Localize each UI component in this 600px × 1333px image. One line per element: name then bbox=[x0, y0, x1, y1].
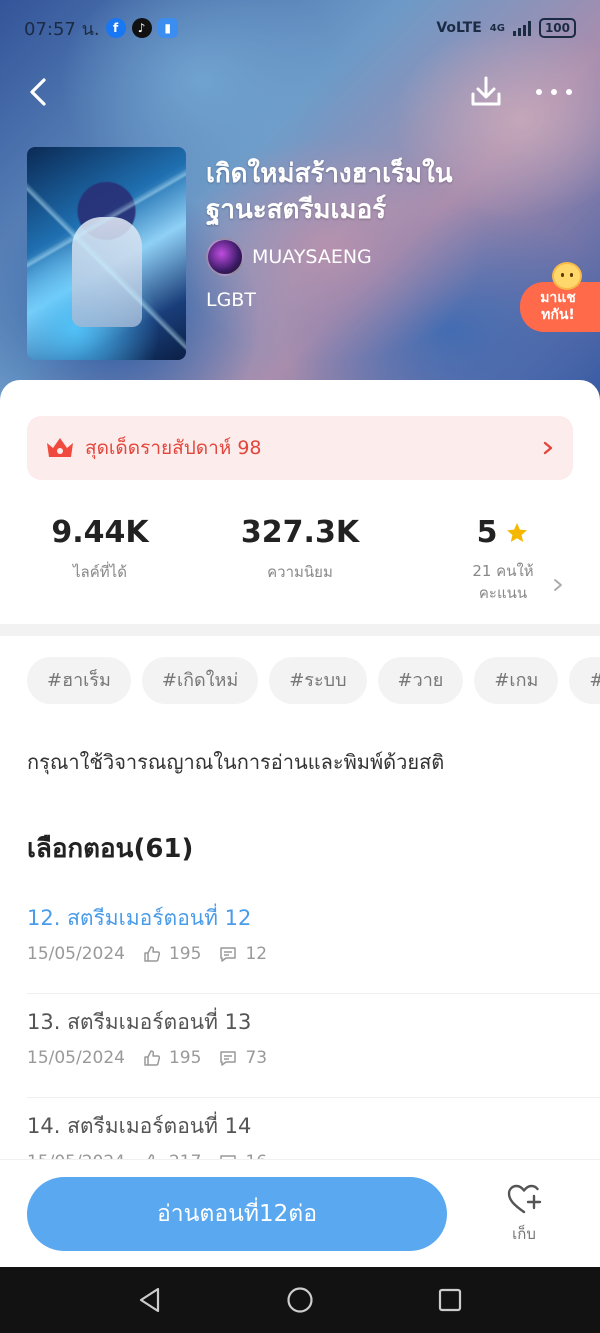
likes-stat: 9.44K ไลค์ที่ได้ bbox=[40, 515, 160, 584]
download-icon[interactable] bbox=[466, 72, 506, 112]
chat-promo-button[interactable]: มาแช ทกัน! bbox=[520, 262, 600, 332]
likes-label: ไลค์ที่ได้ bbox=[73, 563, 127, 581]
carrier-label: VoLTE bbox=[436, 20, 482, 36]
comment-icon bbox=[220, 1051, 237, 1066]
likes-value: 9.44K bbox=[51, 515, 149, 550]
popularity-value: 327.3K bbox=[240, 515, 360, 550]
back-icon[interactable] bbox=[22, 74, 58, 110]
bottom-action-bar: อ่านตอนที่12ต่อ เก็บ bbox=[0, 1159, 600, 1267]
tag-chip[interactable]: #ระบบ bbox=[269, 657, 367, 704]
rating-value: 5 bbox=[476, 515, 498, 550]
more-dot bbox=[566, 89, 572, 95]
author-avatar[interactable] bbox=[206, 238, 244, 276]
tag-chip[interactable]: #ฮาเร็ม bbox=[27, 657, 131, 704]
popularity-label: ความนิยม bbox=[267, 563, 333, 581]
heart-plus-icon bbox=[507, 1184, 542, 1214]
ranking-text: สุดเด็ดรายสัปดาห์ 98 bbox=[85, 437, 262, 459]
episode-row[interactable]: 13. สตรีมเมอร์ตอนที่ 13 15/05/2024 195 7… bbox=[27, 994, 600, 1098]
chat-tag[interactable]: มาแช ทกัน! bbox=[520, 282, 600, 332]
more-options-button[interactable] bbox=[532, 74, 576, 110]
top-navigation bbox=[0, 70, 600, 114]
episode-date: 15/05/2024 bbox=[27, 1048, 125, 1068]
comment-icon bbox=[220, 947, 237, 962]
episode-meta: 15/05/2024 195 73 bbox=[27, 1048, 267, 1068]
thumbs-up-icon bbox=[144, 946, 161, 962]
tiktok-icon: ♪ bbox=[131, 18, 152, 38]
app-notification-icon: ▮ bbox=[157, 18, 178, 38]
continue-reading-button[interactable]: อ่านตอนที่12ต่อ bbox=[27, 1177, 447, 1251]
smiley-mascot-icon bbox=[552, 262, 582, 290]
stats-row: 9.44K ไลค์ที่ได้ 327.3K ความนิยม 5 21 คน… bbox=[0, 515, 600, 615]
status-bar: 07:57 น. f ♪ ▮ VoLTE 4G 100 bbox=[0, 0, 600, 56]
episodes-heading: เลือกตอน(61) bbox=[27, 834, 194, 864]
weekly-ranking-banner[interactable]: สุดเด็ดรายสัปดาห์ 98 bbox=[27, 416, 573, 480]
battery-level: 100 bbox=[544, 21, 570, 35]
crown-icon bbox=[47, 438, 73, 457]
more-dot bbox=[551, 89, 557, 95]
star-icon bbox=[507, 522, 528, 542]
system-recents-icon[interactable] bbox=[434, 1284, 466, 1316]
rating-label-line2: คะแนน bbox=[478, 584, 528, 602]
episode-likes: 195 bbox=[168, 1048, 202, 1068]
rating-stat[interactable]: 5 21 คนให้ คะแนน bbox=[448, 515, 558, 604]
network-label: 4G bbox=[489, 22, 505, 34]
episode-comments: 12 bbox=[245, 944, 268, 964]
episode-meta: 15/05/2024 195 12 bbox=[27, 944, 267, 964]
tag-list: #ฮาเร็ม#เกิดใหม่#ระบบ#วาย#เกม# bbox=[27, 657, 600, 705]
episode-comments: 73 bbox=[245, 1048, 268, 1068]
popularity-stat: 327.3K ความนิยม bbox=[225, 515, 375, 584]
reading-notice: กรุณาใช้วิจารณญาณในการอ่านและพิมพ์ด้วยสต… bbox=[27, 750, 445, 774]
battery-icon: 100 bbox=[538, 18, 576, 38]
rating-label: 21 คนให้ คะแนน bbox=[448, 560, 558, 604]
status-left: 07:57 น. f ♪ ▮ bbox=[24, 14, 178, 43]
more-dot bbox=[536, 89, 542, 95]
rating-row: 5 bbox=[448, 515, 558, 550]
author-row[interactable]: MUAYSAENG bbox=[206, 238, 372, 276]
status-right: VoLTE 4G 100 bbox=[436, 18, 576, 38]
status-time: 07:57 น. bbox=[24, 18, 100, 40]
signal-icon bbox=[512, 20, 531, 36]
episode-title: 14. สตรีมเมอร์ตอนที่ 14 bbox=[27, 1114, 252, 1138]
tag-chip[interactable]: #วาย bbox=[377, 657, 464, 704]
episode-row[interactable]: 12. สตรีมเมอร์ตอนที่ 12 15/05/2024 195 1… bbox=[27, 890, 600, 994]
episode-date: 15/05/2024 bbox=[27, 944, 125, 964]
author-name[interactable]: MUAYSAENG bbox=[252, 246, 372, 268]
tag-chip-partial[interactable]: # bbox=[569, 657, 600, 704]
favorite-button[interactable]: เก็บ bbox=[496, 1182, 552, 1246]
chevron-right-icon bbox=[543, 441, 553, 455]
episode-title: 13. สตรีมเมอร์ตอนที่ 13 bbox=[27, 1010, 252, 1034]
chat-tag-line2: ทกัน! bbox=[541, 307, 575, 323]
system-back-icon[interactable] bbox=[134, 1284, 166, 1316]
system-home-icon[interactable] bbox=[284, 1284, 316, 1316]
tag-chip[interactable]: #เกม bbox=[474, 657, 559, 704]
chat-tag-line1: มาแช bbox=[540, 290, 576, 306]
rating-label-line1: 21 คนให้ bbox=[472, 562, 534, 580]
tag-chip[interactable]: #เกิดใหม่ bbox=[141, 657, 259, 704]
chevron-right-icon[interactable] bbox=[552, 578, 564, 592]
thumbs-up-icon bbox=[144, 1050, 161, 1066]
episode-likes: 195 bbox=[168, 944, 202, 964]
facebook-icon: f bbox=[105, 18, 126, 38]
favorite-label: เก็บ bbox=[512, 1225, 536, 1243]
comic-cover-image bbox=[27, 147, 186, 360]
system-navigation-bar bbox=[0, 1267, 600, 1333]
genre-label[interactable]: LGBT bbox=[206, 289, 256, 311]
section-divider bbox=[0, 624, 600, 636]
episode-title: 12. สตรีมเมอร์ตอนที่ 12 bbox=[27, 906, 252, 930]
comic-title: เกิดใหม่สร้างฮาเร็มในฐานะสตรีมเมอร์ bbox=[206, 159, 453, 225]
